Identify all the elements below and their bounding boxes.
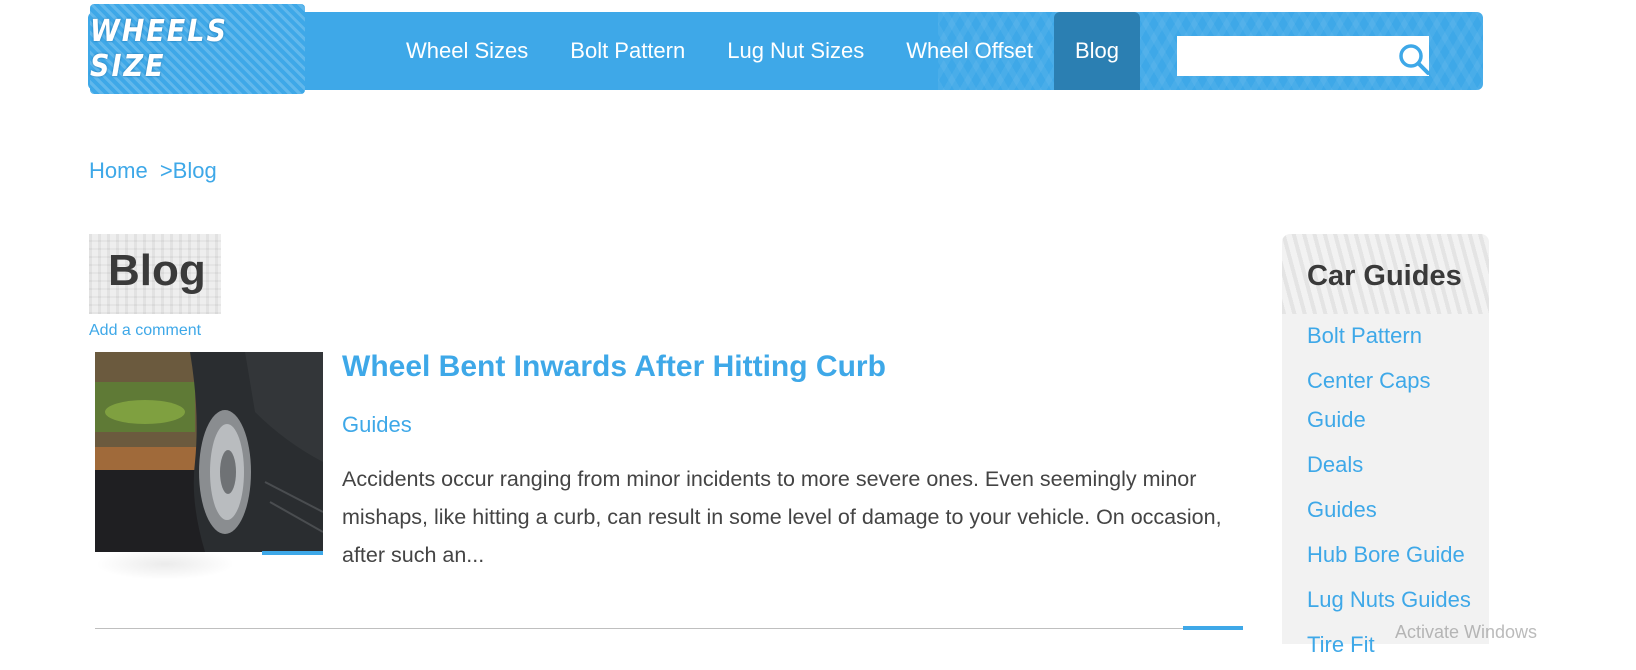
thumbnail-shadow [95, 548, 235, 580]
activate-windows-watermark: Activate Windows [1395, 622, 1538, 642]
breadcrumb: Home >Blog [89, 158, 217, 184]
post-category-link[interactable]: Guides [342, 412, 412, 438]
post-divider [95, 628, 1243, 629]
sidebar-category-list: Bolt Pattern Center Caps Guide Deals Gui… [1307, 316, 1482, 670]
post-excerpt: Accidents occur ranging from minor incid… [342, 467, 1222, 567]
post-thumbnail-image [95, 352, 323, 552]
sidebar-heading: Car Guides [1307, 260, 1462, 292]
add-comment-link[interactable]: Add a comment [89, 322, 201, 340]
breadcrumb-home[interactable]: Home [89, 158, 148, 183]
sidebar-item-deals[interactable]: Deals [1307, 445, 1482, 484]
breadcrumb-current[interactable]: Blog [173, 158, 217, 183]
nav-item-bolt-pattern[interactable]: Bolt Pattern [549, 12, 706, 90]
post-thumbnail[interactable] [95, 352, 323, 552]
page-title: Blog [108, 246, 206, 295]
search-icon[interactable] [1397, 42, 1431, 76]
nav-item-wheel-offset[interactable]: Wheel Offset [885, 12, 1054, 90]
post-title-link[interactable]: Wheel Bent Inwards After Hitting Curb [342, 350, 886, 384]
breadcrumb-separator: > [159, 158, 173, 183]
post-divider-accent [1183, 626, 1243, 630]
sidebar-item-guides[interactable]: Guides [1307, 490, 1482, 529]
sidebar-item-center-caps-guide[interactable]: Center Caps Guide [1307, 361, 1482, 439]
nav-item-wheel-sizes[interactable]: Wheel Sizes [385, 12, 549, 90]
search-input[interactable] [1177, 36, 1403, 76]
nav-item-lug-nut-sizes[interactable]: Lug Nut Sizes [706, 12, 885, 90]
sidebar-item-bolt-pattern[interactable]: Bolt Pattern [1307, 316, 1482, 355]
nav-item-blog[interactable]: Blog [1053, 12, 1141, 90]
main-nav: Wheel Sizes Bolt Pattern Lug Nut Sizes W… [385, 12, 1141, 90]
sidebar-item-lug-nuts-guides[interactable]: Lug Nuts Guides [1307, 580, 1482, 619]
logo-text: WHEELS SIZE [90, 14, 228, 84]
thumbnail-accent-bar [262, 551, 323, 555]
sidebar-item-hub-bore-guide[interactable]: Hub Bore Guide [1307, 535, 1482, 574]
site-logo[interactable]: WHEELS SIZE [90, 4, 305, 94]
